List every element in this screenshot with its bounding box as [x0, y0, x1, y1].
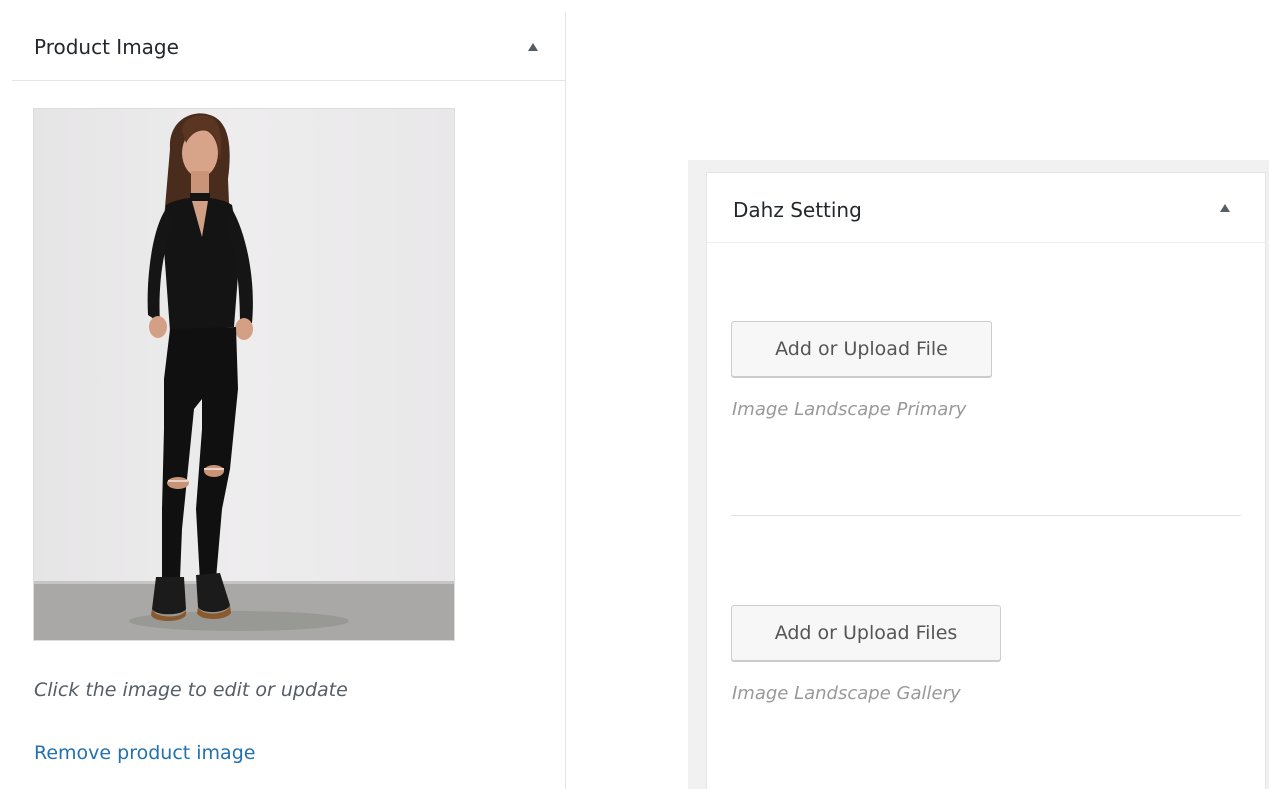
product-image-thumbnail[interactable]	[33, 108, 455, 641]
screen: Product Image Click the image to edit or…	[0, 0, 1269, 789]
product-image-metabox-header[interactable]: Product Image	[12, 12, 565, 81]
dahz-setting-metabox: Dahz Setting Add or Upload File Image La…	[706, 172, 1266, 789]
edit-image-hint: Click the image to edit or update	[34, 679, 348, 701]
image-landscape-primary-description: Image Landscape Primary	[732, 399, 967, 420]
add-or-upload-file-button[interactable]: Add or Upload File	[731, 321, 992, 377]
dahz-setting-title: Dahz Setting	[733, 198, 862, 222]
product-image-metabox: Product Image Click the image to edit or…	[12, 12, 566, 789]
add-or-upload-files-button[interactable]: Add or Upload Files	[731, 605, 1001, 661]
field-separator	[731, 515, 1241, 516]
image-landscape-gallery-description: Image Landscape Gallery	[732, 683, 961, 704]
product-photo	[34, 109, 454, 640]
dahz-setting-metabox-header[interactable]: Dahz Setting	[707, 173, 1265, 243]
remove-product-image-link[interactable]: Remove product image	[34, 742, 255, 764]
triangle-up-icon[interactable]	[528, 43, 538, 51]
triangle-up-icon[interactable]	[1220, 204, 1230, 212]
product-image-title: Product Image	[34, 35, 179, 59]
